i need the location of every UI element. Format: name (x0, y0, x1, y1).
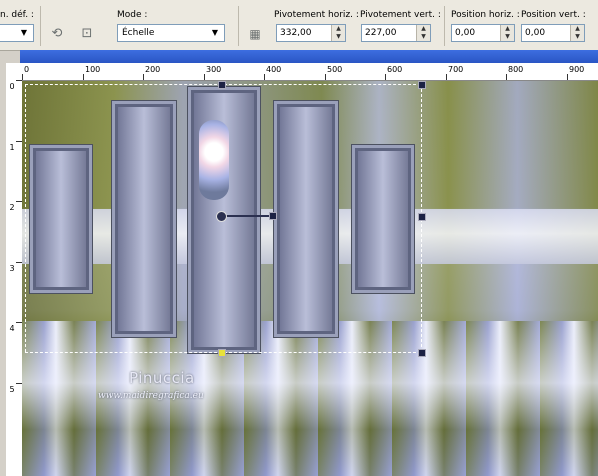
watermark-name: Pinuccia (129, 369, 195, 387)
spin-down-icon[interactable]: ▼ (417, 33, 430, 41)
tool-options-bar: n. déf. : ▼ ⟲ ⊡ Mode : Échelle ▼ ▦ Pivot… (0, 0, 598, 51)
spin-down-icon[interactable]: ▼ (332, 33, 345, 41)
flower-image (199, 120, 229, 200)
pos-v-label: Position vert. : (521, 10, 586, 20)
ruler-label: 2 (9, 203, 15, 212)
pos-h-field[interactable]: 0,00 ▲ ▼ (451, 24, 515, 42)
ruler-label: 700 (448, 65, 464, 74)
pos-v-spinner[interactable]: ▲ ▼ (570, 25, 584, 41)
pos-v-value: 0,00 (525, 28, 546, 38)
spin-up-icon[interactable]: ▲ (332, 25, 345, 33)
ruler-label: 400 (266, 65, 282, 74)
pivot-v-spinner[interactable]: ▲ ▼ (416, 25, 430, 41)
spin-down-icon[interactable]: ▼ (571, 33, 584, 41)
mode-dropdown[interactable]: Échelle ▼ (117, 24, 225, 42)
pivot-h-field[interactable]: 332,00 ▲ ▼ (276, 24, 346, 42)
watermark-url: www.maidiregrafica.eu (98, 391, 204, 401)
ruler-label: 500 (327, 65, 343, 74)
ruler-corner (6, 63, 23, 81)
separator (40, 6, 41, 46)
separator (238, 6, 239, 46)
resize-handle[interactable] (418, 213, 426, 221)
resize-handle[interactable] (418, 81, 426, 89)
pos-v-field[interactable]: 0,00 ▲ ▼ (521, 24, 585, 42)
frame-panel-tall-left (112, 101, 176, 337)
ruler-label: 3 (9, 264, 15, 273)
ruler-label: 600 (387, 65, 403, 74)
pivot-h-spinner[interactable]: ▲ ▼ (331, 25, 345, 41)
ruler-label: 1 (9, 143, 15, 152)
ruler-label: 5 (9, 385, 15, 394)
grid-icon[interactable]: ▦ (244, 24, 266, 44)
dropdown-arrow-icon: ▼ (211, 28, 219, 37)
resize-handle[interactable] (218, 349, 226, 357)
pos-h-value: 0,00 (455, 28, 476, 38)
pivot-h-value: 332,00 (280, 28, 312, 38)
selection-left-edge[interactable] (25, 84, 26, 352)
spin-up-icon[interactable]: ▲ (417, 25, 430, 33)
horizontal-ruler[interactable]: 0 100 200 300 400 500 600 700 800 900 (22, 63, 598, 81)
rotation-handle[interactable] (269, 212, 277, 220)
pivot-v-field[interactable]: 227,00 ▲ ▼ (361, 24, 431, 42)
frame-panel-left (30, 145, 92, 293)
pivot-h-label: Pivotement horiz. : (274, 10, 359, 20)
pivot-v-label: Pivotement vert. : (360, 10, 441, 20)
image-canvas[interactable]: Pinuccia www.maidiregrafica.eu (22, 81, 598, 476)
separator (444, 6, 445, 46)
spin-up-icon[interactable]: ▲ (501, 25, 514, 33)
resize-handle[interactable] (418, 349, 426, 357)
frame-panel-right (352, 145, 414, 293)
ruler-label: 100 (85, 65, 101, 74)
ruler-label: 800 (508, 65, 524, 74)
rotation-arm (220, 215, 272, 217)
spin-down-icon[interactable]: ▼ (501, 33, 514, 41)
ruler-label: 900 (569, 65, 585, 74)
ruler-label: 0 (24, 65, 30, 74)
ruler-label: 4 (9, 324, 15, 333)
mode-value: Échelle (122, 28, 155, 38)
ruler-label: 0 (9, 82, 15, 91)
pos-h-label: Position horiz. : (451, 10, 520, 20)
preset-dropdown[interactable]: ▼ (0, 24, 34, 42)
resize-handle[interactable] (218, 81, 226, 89)
pivot-point[interactable] (216, 211, 227, 222)
ruler-label: 300 (206, 65, 222, 74)
pick-tool-icon[interactable]: ⟲ (46, 24, 68, 44)
pos-h-spinner[interactable]: ▲ ▼ (500, 25, 514, 41)
document-title-bar[interactable] (20, 50, 598, 63)
ruler-label: 200 (145, 65, 161, 74)
spin-up-icon[interactable]: ▲ (571, 25, 584, 33)
mode-label: Mode : (117, 10, 148, 20)
reset-icon[interactable]: ⊡ (76, 24, 98, 44)
frame-panel-tall-right (274, 101, 338, 337)
pivot-v-value: 227,00 (365, 28, 397, 38)
dropdown-arrow-icon: ▼ (20, 28, 28, 37)
vertical-ruler[interactable]: 0 1 2 3 4 5 (6, 80, 23, 476)
preset-label: n. déf. : (0, 10, 34, 20)
